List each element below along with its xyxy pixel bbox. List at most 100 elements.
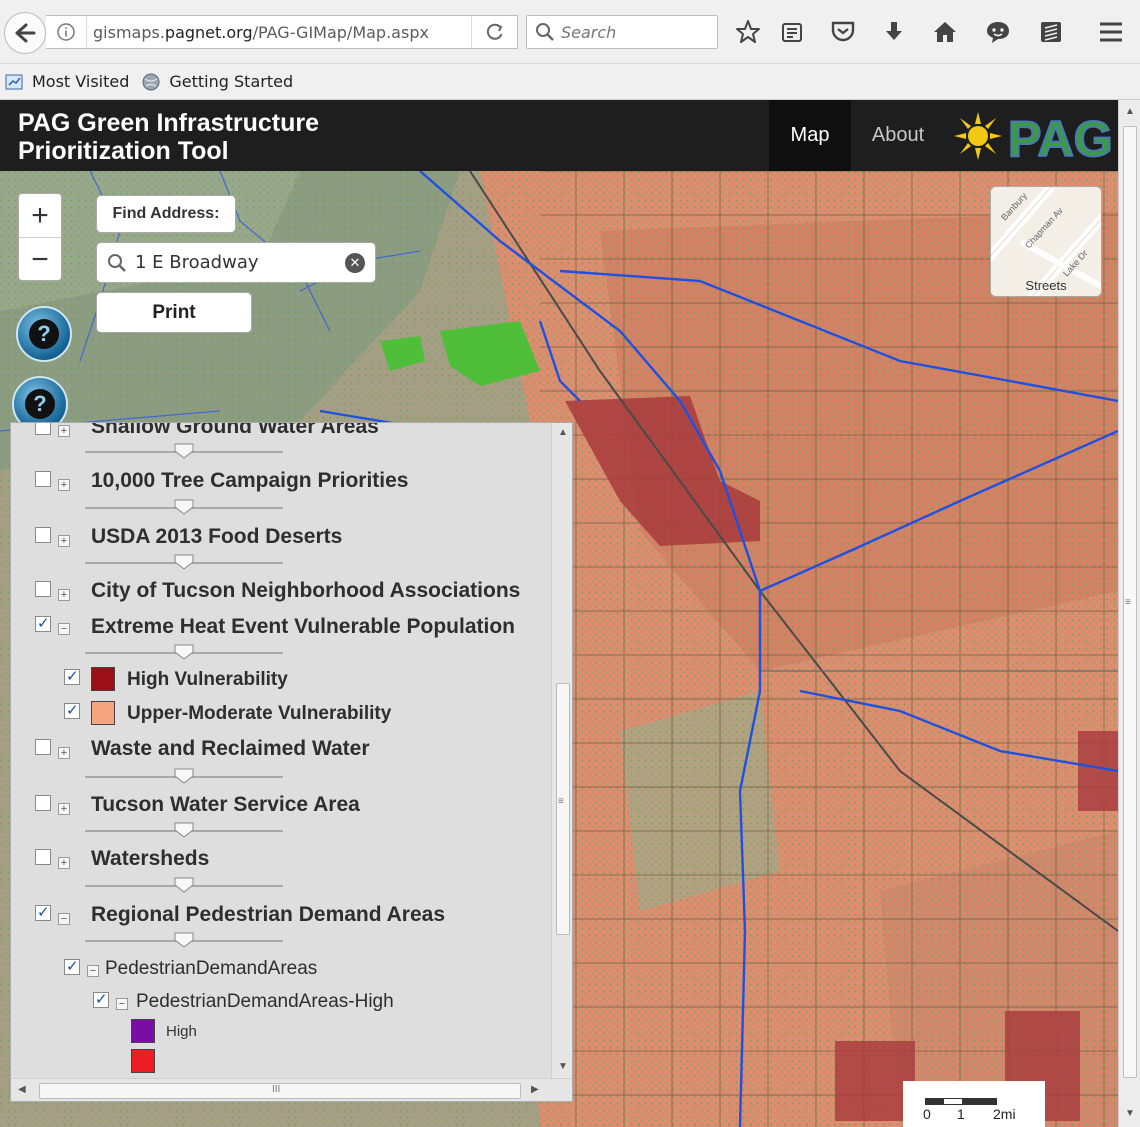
clear-address-icon[interactable]: ✕ — [345, 253, 365, 273]
expand-icon[interactable]: + — [58, 425, 70, 437]
opacity-slider[interactable] — [85, 443, 283, 459]
logo-text: PAG — [1008, 111, 1113, 166]
sublayer-checkbox[interactable] — [64, 957, 80, 975]
collapse-icon[interactable]: − — [87, 965, 99, 977]
layer-list-panel: + Shallow Ground Water Areas + 10,000 Tr… — [10, 422, 573, 1102]
slider-thumb-icon[interactable] — [174, 877, 194, 893]
layers-addon-icon[interactable] — [1037, 18, 1065, 46]
grip-icon: ≡ — [558, 796, 564, 807]
page-scrollbar[interactable]: ▲ ≡ ▼ — [1118, 100, 1140, 1127]
scroll-thumb[interactable]: ≡ — [556, 683, 570, 935]
layer-row: + Watersheds — [11, 847, 551, 887]
layer-name: USDA 2013 Food Deserts — [91, 525, 343, 548]
expand-icon[interactable]: + — [58, 589, 70, 601]
url-text[interactable]: gismaps. pagnet.org/PAG-GIMap/Map.aspx — [86, 16, 471, 48]
expand-icon[interactable]: + — [58, 747, 70, 759]
reload-button[interactable] — [471, 16, 517, 48]
address-input[interactable] — [135, 252, 335, 273]
legend-row — [11, 1049, 551, 1077]
print-button[interactable]: Print — [96, 292, 252, 333]
back-button[interactable] — [4, 12, 46, 54]
expand-icon[interactable]: + — [58, 857, 70, 869]
globe-icon — [142, 73, 160, 90]
panel-horizontal-scrollbar[interactable]: ◀ III ▶ — [11, 1078, 572, 1101]
scroll-down-icon[interactable]: ▼ — [558, 1061, 568, 1072]
chat-icon[interactable] — [984, 18, 1012, 46]
legend-row: High — [11, 1019, 551, 1047]
download-icon[interactable] — [880, 18, 908, 46]
home-icon[interactable] — [931, 18, 959, 46]
layer-checkbox[interactable] — [35, 423, 51, 435]
bookmark-getting-started[interactable]: Getting Started — [141, 72, 293, 92]
layer-checkbox[interactable] — [35, 849, 51, 865]
layer-checkbox[interactable] — [35, 614, 51, 632]
panel-vertical-scrollbar[interactable]: ▲ ≡ ▼ — [551, 423, 572, 1078]
layer-checkbox[interactable] — [35, 739, 51, 755]
info-icon[interactable] — [46, 22, 86, 42]
legend-swatch-high — [131, 1019, 155, 1043]
scroll-up-icon[interactable]: ▲ — [1125, 106, 1135, 117]
opacity-slider[interactable] — [85, 822, 283, 838]
slider-thumb-icon[interactable] — [174, 499, 194, 515]
nav-tab-about[interactable]: About — [851, 100, 945, 171]
slider-thumb-icon[interactable] — [174, 554, 194, 570]
bookmark-most-visited[interactable]: Most Visited — [4, 72, 129, 92]
layer-checkbox[interactable] — [35, 471, 51, 487]
opacity-slider[interactable] — [85, 768, 283, 784]
slider-thumb-icon[interactable] — [174, 932, 194, 948]
nav-tab-map[interactable]: Map — [769, 100, 851, 171]
url-path: /PAG-GIMap/Map.aspx — [252, 22, 429, 42]
layer-row: − Extreme Heat Event Vulnerable Populati… — [11, 614, 551, 649]
scale-label-1: 1 — [957, 1106, 965, 1122]
opacity-slider[interactable] — [85, 877, 283, 893]
find-address-button[interactable]: Find Address: — [96, 195, 236, 233]
search-bar[interactable]: Search — [526, 15, 718, 49]
layer-name: Tucson Water Service Area — [91, 793, 360, 816]
expand-icon[interactable]: + — [58, 803, 70, 815]
help-button[interactable]: ? — [16, 306, 72, 362]
expand-icon[interactable]: + — [58, 479, 70, 491]
collapse-icon[interactable]: − — [58, 913, 70, 925]
opacity-slider[interactable] — [85, 932, 283, 948]
sublayer-checkbox[interactable] — [93, 990, 109, 1008]
zoom-out-button[interactable]: − — [19, 238, 61, 282]
scroll-thumb[interactable]: III — [39, 1083, 521, 1099]
scroll-right-icon[interactable]: ▶ — [531, 1084, 539, 1095]
scroll-up-icon[interactable]: ▲ — [558, 427, 568, 438]
reload-icon — [486, 23, 502, 40]
pocket-icon[interactable] — [829, 18, 857, 46]
reading-list-icon[interactable] — [778, 18, 806, 46]
menu-icon[interactable] — [1097, 18, 1125, 46]
slider-thumb-icon[interactable] — [174, 443, 194, 459]
zoom-control: + − — [18, 193, 62, 281]
layer-checkbox[interactable] — [35, 581, 51, 597]
layer-checkbox[interactable] — [35, 795, 51, 811]
slider-thumb-icon[interactable] — [174, 644, 194, 660]
sublayer-name: PedestrianDemandAreas — [105, 958, 318, 979]
legend-swatch-upper-moderate — [91, 701, 115, 725]
scroll-down-icon[interactable]: ▼ — [1125, 1108, 1135, 1119]
slider-thumb-icon[interactable] — [174, 822, 194, 838]
collapse-icon[interactable]: − — [58, 623, 70, 635]
sublayer-checkbox[interactable] — [64, 701, 80, 719]
slider-thumb-icon[interactable] — [174, 768, 194, 784]
opacity-slider[interactable] — [85, 644, 283, 660]
layer-checkbox[interactable] — [35, 527, 51, 543]
address-search-box[interactable]: ✕ — [96, 242, 376, 283]
sublayer-checkbox[interactable] — [64, 667, 80, 685]
zoom-in-button[interactable]: + — [19, 194, 61, 238]
basemap-toggle[interactable]: Banbury Chapman Av Lake Dr Streets — [990, 186, 1102, 297]
opacity-slider[interactable] — [85, 554, 283, 570]
bookmark-star-icon[interactable] — [734, 18, 762, 46]
layer-checkbox[interactable] — [35, 903, 51, 921]
bookmark-label: Getting Started — [169, 72, 294, 91]
expand-icon[interactable]: + — [58, 535, 70, 547]
url-bar[interactable]: gismaps. pagnet.org/PAG-GIMap/Map.aspx — [46, 15, 518, 49]
layer-name: Regional Pedestrian Demand Areas — [91, 903, 446, 926]
scroll-left-icon[interactable]: ◀ — [18, 1084, 26, 1095]
layer-row: + City of Tucson Neighborhood Associatio… — [11, 579, 551, 613]
opacity-slider[interactable] — [85, 499, 283, 515]
collapse-icon[interactable]: − — [116, 998, 128, 1010]
back-arrow-icon — [15, 23, 36, 43]
scroll-thumb[interactable]: ≡ — [1123, 126, 1137, 1078]
